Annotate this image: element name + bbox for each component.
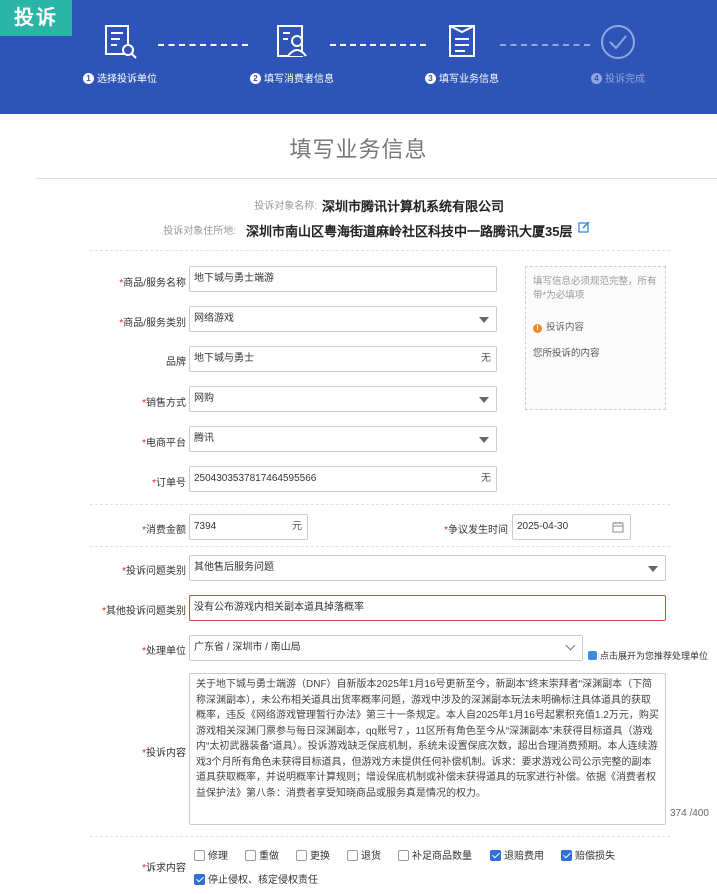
dispute-time-input[interactable]: 2025-04-30 [512,514,631,540]
divider [90,504,670,505]
calendar-icon[interactable] [612,521,624,533]
step-label: 投诉完成 [605,74,645,85]
demand-redo-checkbox[interactable]: 重做 [245,847,279,862]
divider [90,546,670,547]
info-icon: ! [533,324,542,333]
sales-method-select[interactable]: 网购 [189,386,497,412]
content-label: *投诉内容 [142,748,186,759]
step-3: 3 填写业务信息 [402,20,522,85]
demand-replace-checkbox[interactable]: 更换 [296,847,330,862]
order-no-input[interactable]: 2504303537817464595566 无 [189,466,497,492]
char-counter: 374 /400 [670,808,709,819]
issue-type-label: *投诉问题类别 [122,566,186,577]
demand-repair-checkbox[interactable]: 修理 [194,847,228,862]
dispute-time-label: *争议发生时间 [444,525,508,536]
demand-quantity-checkbox[interactable]: 补足商品数量 [398,847,472,862]
handler-label: *处理单位 [142,646,186,657]
none-toggle[interactable]: 无 [481,467,491,491]
step-label: 填写消费者信息 [264,74,334,85]
target-address-value: 深圳市南山区粤海街道麻岭社区科技中一路腾讯大厦35层 [246,224,573,239]
step-label: 填写业务信息 [439,74,499,85]
caret-down-icon [479,317,489,323]
chevron-down-icon [565,640,576,651]
other-issue-label: *其他投诉问题类别 [102,606,186,617]
issue-type-select[interactable]: 其他售后服务问题 [189,555,666,581]
tip-heading: 投诉内容 [546,322,585,333]
sales-method-label: *销售方式 [142,398,186,409]
divider [36,178,717,179]
progress-header: 投诉 1 选择投诉单位 2 填写消费者信息 3填写业务信息 4 投诉完成 [0,0,717,114]
handler-cascader[interactable]: 广东省 / 深圳市 / 南山局 [189,635,583,661]
product-type-label: *商品/服务类别 [119,318,186,329]
complaint-content-textarea[interactable]: 关于地下城与勇士端游（DNF）自新版本2025年1月16号更新至今，新副本”终末… [189,673,666,825]
product-name-label: *商品/服务名称 [119,278,186,289]
step-2: 2 填写消费者信息 [232,20,352,85]
caret-down-icon [479,437,489,443]
step-1: 1 选择投诉单位 [60,20,180,85]
tip-panel: 填写信息必须规范完整，所有带*为必填项 ! 投诉内容 您所投诉的内容 [525,266,666,410]
demands-label: *诉求内容 [142,863,186,874]
platform-select[interactable]: 腾讯 [189,426,497,452]
platform-label: *电商平台 [142,438,186,449]
demand-return-checkbox[interactable]: 退货 [347,847,381,862]
amount-label: *消费金额 [142,525,186,536]
tip-detail: 您所投诉的内容 [533,348,600,359]
clipboard-icon [449,25,475,57]
caret-down-icon [479,397,489,403]
product-name-input[interactable]: 地下城与勇士端游 [189,266,497,292]
product-type-select[interactable]: 网络游戏 [189,306,497,332]
amount-input[interactable]: 7394 元 [189,514,308,540]
step-4: 4 投诉完成 [558,20,678,85]
brand-label: 品牌 [166,357,186,368]
edit-icon[interactable] [578,221,590,233]
demand-refund-checkbox[interactable]: 退赔费用 [490,847,544,862]
recommend-handler-link[interactable]: 点击展开为您推荐处理单位 [588,649,708,662]
caret-down-icon [648,566,658,572]
target-name-value: 深圳市腾讯计算机系统有限公司 [322,199,505,214]
tip-text: 填写信息必须规范完整，所有带*为必填项 [533,276,657,301]
expand-icon [588,651,597,660]
document-search-icon [105,25,137,59]
demand-compensation-checkbox[interactable]: 赔偿损失 [561,847,615,862]
brand-input[interactable]: 地下城与勇士无 [189,346,497,372]
page-title: 填写业务信息 [289,137,428,162]
check-circle-icon [601,25,635,59]
order-no-label: *订单号 [152,478,186,489]
target-address-key: 投诉对象住所地: [163,226,236,237]
divider [90,250,670,251]
other-issue-input[interactable]: 没有公布游戏内相关副本道具掉落概率 [189,595,666,621]
none-toggle[interactable]: 无 [481,347,491,371]
target-name-key: 投诉对象名称: [254,201,317,212]
demand-stop-infringement-checkbox[interactable]: 停止侵权、核定侵权责任 [194,871,318,886]
person-form-icon [277,25,307,57]
divider [90,836,670,837]
step-label: 选择投诉单位 [97,74,157,85]
